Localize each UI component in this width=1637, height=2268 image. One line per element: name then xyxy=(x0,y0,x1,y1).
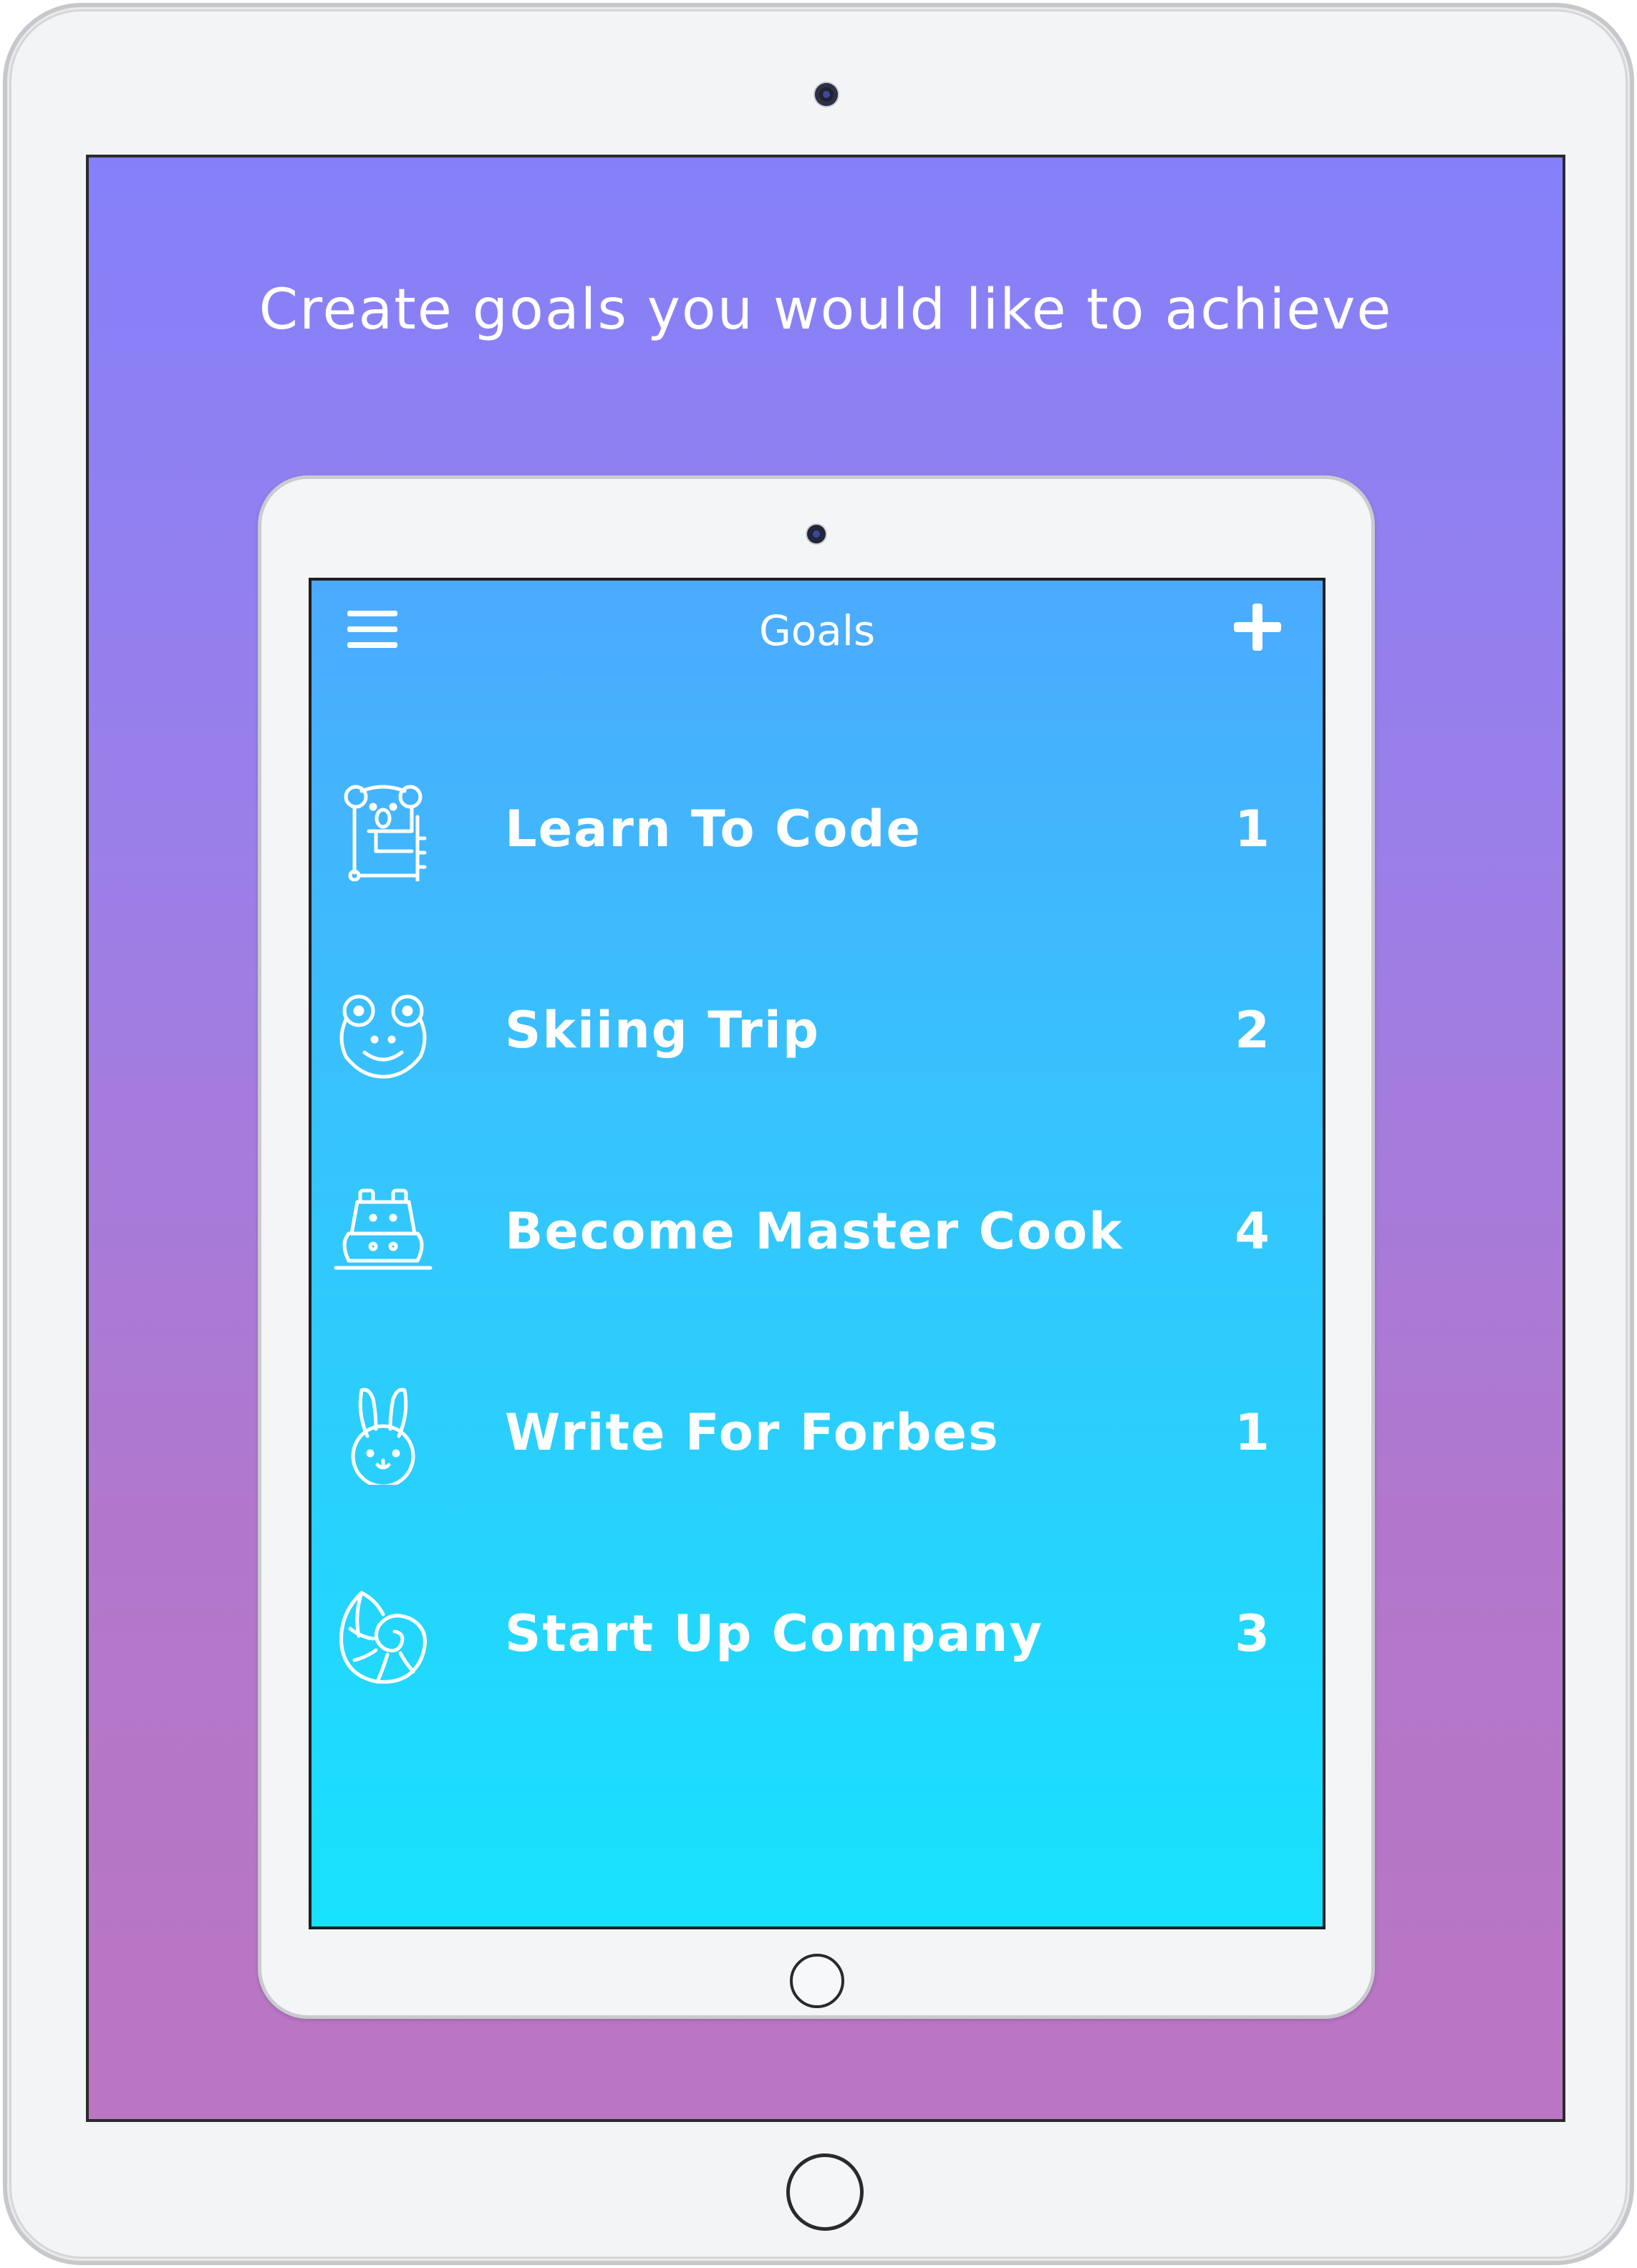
frog-icon xyxy=(339,994,427,1079)
goal-count: 3 xyxy=(1235,1604,1270,1663)
koala-icon xyxy=(344,785,427,881)
bunny-icon xyxy=(351,1387,415,1485)
goal-title: Start Up Company xyxy=(505,1604,1043,1663)
nav-title: Goals xyxy=(758,606,876,655)
inner-front-camera xyxy=(807,525,826,543)
inner-tablet-frame: Goals Learn To Code 1 Skiing Trip 2 Beco… xyxy=(258,475,1375,2019)
goal-title: Learn To Code xyxy=(505,800,922,858)
add-goal-plus-icon[interactable] xyxy=(1234,604,1281,651)
home-button[interactable] xyxy=(786,2153,864,2231)
promo-screen: Create goals you would like to achieve G… xyxy=(86,155,1565,2122)
seashell-icon xyxy=(339,1591,427,1684)
goal-row[interactable]: Start Up Company 3 xyxy=(312,1557,1323,1758)
goal-count: 2 xyxy=(1235,1001,1270,1060)
goal-list: Learn To Code 1 Skiing Trip 2 Become Mas… xyxy=(312,752,1323,1758)
goal-row[interactable]: Become Master Cook 4 xyxy=(312,1155,1323,1356)
inner-home-button[interactable] xyxy=(790,1954,844,2008)
goal-title: Become Master Cook xyxy=(505,1202,1124,1261)
goal-title: Write For Forbes xyxy=(505,1403,1000,1462)
goal-row[interactable]: Learn To Code 1 xyxy=(312,752,1323,954)
goals-app-screen: Goals Learn To Code 1 Skiing Trip 2 Beco… xyxy=(309,578,1325,1929)
goal-row[interactable]: Write For Forbes 1 xyxy=(312,1356,1323,1557)
goal-title: Skiing Trip xyxy=(505,1001,820,1060)
promo-tagline: Create goals you would like to achieve xyxy=(259,278,1393,342)
goal-count: 1 xyxy=(1235,800,1270,858)
goal-count: 4 xyxy=(1235,1202,1270,1261)
goal-count: 1 xyxy=(1235,1403,1270,1462)
hippo-icon xyxy=(334,1188,433,1270)
front-camera xyxy=(815,83,838,106)
outer-tablet-frame: Create goals you would like to achieve G… xyxy=(3,3,1634,2265)
goal-row[interactable]: Skiing Trip 2 xyxy=(312,954,1323,1155)
